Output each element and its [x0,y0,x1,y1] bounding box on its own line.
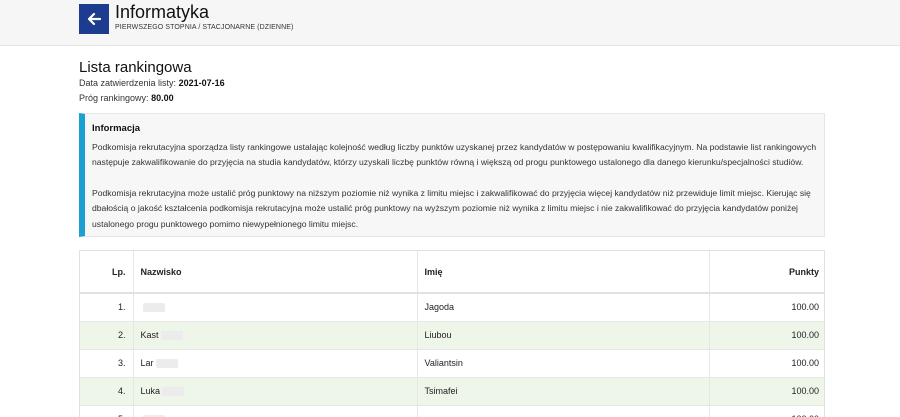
header-surname: Nazwisko [133,251,418,294]
cell-surname: Lar [133,348,418,377]
cell-surname: Kast [133,320,418,349]
threshold-line: Próg rankingowy: 80.00 [79,93,174,103]
cell-name: Tsimafei [417,376,710,405]
cell-name: Liubou [417,320,710,349]
table-header-row: Lp. Nazwisko Imię Punkty [80,251,824,294]
redacted-text [160,331,183,341]
cell-surname: Luka [133,376,418,405]
arrow-left-icon [87,12,101,26]
redacted-text [142,303,165,313]
threshold-value: 80.00 [151,93,174,103]
ranking-heading: Lista rankingowa [79,59,192,76]
table-row: 5. 100.00 [80,404,824,417]
redacted-text [162,387,185,397]
cell-name: Jagoda [417,292,710,321]
info-box: Informacja Podkomisja rekrutacyjna sporz… [79,113,825,237]
info-paragraph-2: Podkomisja rekrutacyjna może ustalić pró… [92,188,811,229]
redacted-text [155,359,178,369]
cell-surname [133,404,418,417]
cell-points: 100.00 [709,348,824,377]
header-name: Imię [417,251,710,294]
approval-date-value: 2021-07-16 [178,78,225,88]
cell-points: 100.00 [709,404,824,417]
cell-points: 100.00 [709,376,824,405]
approval-date-label: Data zatwierdzenia listy: [79,78,177,88]
table-row: 3. Lar Valiantsin 100.00 [80,348,824,377]
back-button[interactable] [79,4,109,34]
table-row: 1. Jagoda 100.00 [80,292,824,321]
page-title: Informatyka [115,2,210,22]
top-bar: Informatyka PIERWSZEGO STOPNIA / STACJON… [0,0,900,46]
cell-name: Valiantsin [417,348,710,377]
info-title: Informacja [92,123,141,134]
cell-lp: 3. [80,348,134,377]
cell-lp: 4. [80,376,134,405]
threshold-label: Próg rankingowy: [79,93,149,103]
table-row: 4. Luka Tsimafei 100.00 [80,376,824,405]
cell-points: 100.00 [709,320,824,349]
cell-lp: 5. [80,404,134,417]
cell-points: 100.00 [709,292,824,321]
cell-surname [133,292,418,321]
cell-lp: 2. [80,320,134,349]
cell-name [417,404,710,417]
info-paragraph-1: Podkomisja rekrutacyjna sporządza listy … [92,142,817,168]
table-row: 2. Kast Liubou 100.00 [80,320,824,349]
cell-lp: 1. [80,292,134,321]
header-points: Punkty [709,251,824,294]
ranking-table: Lp. Nazwisko Imię Punkty 1. Jagoda 100.0… [79,250,825,417]
approval-date-line: Data zatwierdzenia listy: 2021-07-16 [79,78,225,88]
header-lp: Lp. [80,251,134,294]
study-mode-subtitle: PIERWSZEGO STOPNIA / STACJONARNE (DZIENN… [115,24,294,31]
